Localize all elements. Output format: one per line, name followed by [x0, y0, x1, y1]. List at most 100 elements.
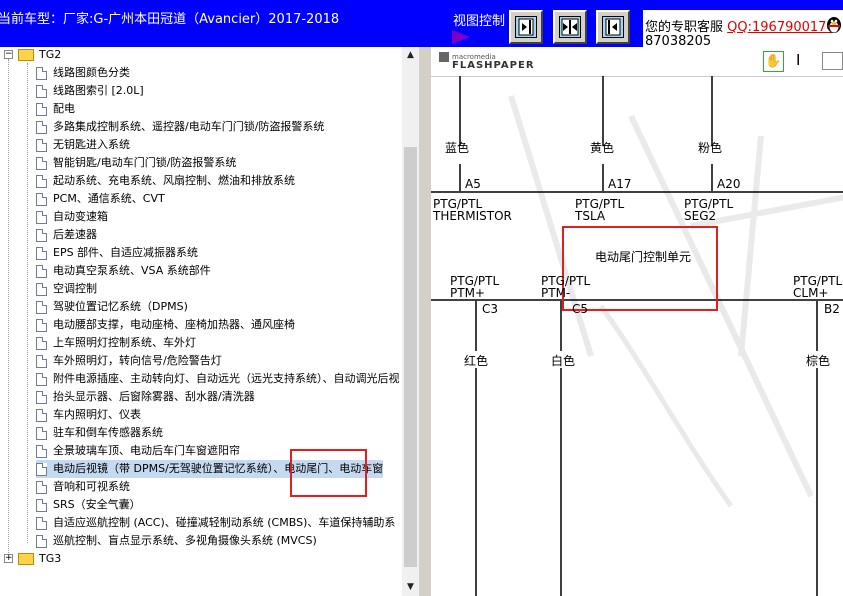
signal-ptm-minus-l2: PTM- [541, 286, 571, 300]
tree-root-tg2[interactable]: TG2 [18, 47, 61, 64]
top-bar: 当前车型：厂家:G-广州本田冠道（Avancier）2017-2018 视图控制… [0, 0, 843, 49]
tree-item[interactable]: 全景玻璃车顶、电动后车门车窗遮阳帘 [36, 442, 240, 460]
document-icon [36, 228, 47, 242]
tree-item-label: SRS（安全气囊） [53, 498, 141, 511]
macromedia-logo-icon [439, 52, 449, 62]
tree-item-label: 电动真空泵系统、VSA 系统部件 [53, 264, 211, 277]
support-text: 您的专职客服 [645, 20, 724, 35]
expand-tg3-icon[interactable]: + [4, 554, 13, 563]
view-arrow-icon [452, 30, 470, 44]
document-icon [36, 156, 47, 170]
tree-item-label: 电动腰部支撑，电动座椅、座椅加热器、通风座椅 [53, 318, 295, 331]
document-icon [36, 408, 47, 422]
document-icon [36, 192, 47, 206]
tree-item[interactable]: 空调控制 [36, 280, 97, 298]
qq-penguin-icon[interactable] [825, 14, 843, 34]
flashpaper-logo: macromedia FLASHPAPER [439, 52, 535, 71]
split-view-button[interactable] [553, 10, 587, 44]
document-icon [36, 282, 47, 296]
tree-item[interactable]: 附件电源插座、主动转向灯、自动远光（远光支持系统）、自动调光后视 [36, 370, 400, 388]
document-icon [36, 462, 47, 476]
hand-tool-icon[interactable]: ✋ [763, 51, 784, 72]
wire-color-5: 白色 [551, 354, 576, 368]
zoom-box[interactable] [822, 52, 843, 70]
wire-color-6: 棕色 [806, 354, 831, 368]
tree-item[interactable]: 电动腰部支撑，电动座椅、座椅加热器、通风座椅 [36, 316, 295, 334]
tree-item[interactable]: 车内照明灯、仪表 [36, 406, 141, 424]
view-control-label: 视图控制 [453, 14, 506, 29]
tree-item-label: 驻车和倒车传感器系统 [53, 426, 163, 439]
document-icon [36, 174, 47, 188]
tree-item[interactable]: 多路集成控制系统、遥控器/电动车门门锁/防盗报警系统 [36, 118, 324, 136]
tree-item[interactable]: 巡航控制、盲点显示系统、多视角摄像头系统 (MVCS) [36, 532, 317, 550]
highlight-box [290, 449, 367, 497]
pin-c3: C3 [482, 302, 499, 316]
tree-item[interactable]: 车外照明灯，转向信号/危险警告灯 [36, 352, 222, 370]
tree-item[interactable]: 配电 [36, 100, 75, 118]
tree-item[interactable]: 线路图颜色分类 [36, 64, 130, 82]
pane-splitter[interactable] [419, 47, 431, 596]
document-icon [36, 390, 47, 404]
document-icon [36, 372, 47, 386]
tree-item[interactable]: 上车照明灯控制系统、车外灯 [36, 334, 196, 352]
signal-thermistor-l2: THERMISTOR [433, 209, 512, 223]
tree-item[interactable]: 智能钥匙/电动车门门锁/防盗报警系统 [36, 154, 236, 172]
tree-item[interactable]: EPS 部件、自适应减振器系统 [36, 244, 198, 262]
document-icon [36, 534, 47, 548]
unit-highlight-box [562, 226, 718, 311]
tree-item[interactable]: 后差速器 [36, 226, 97, 244]
document-icon [36, 480, 47, 494]
tree-item[interactable]: 无钥匙进入系统 [36, 136, 130, 154]
text-select-icon[interactable]: I [796, 51, 800, 69]
tree-item[interactable]: SRS（安全气囊） [36, 496, 141, 514]
document-icon [36, 120, 47, 134]
tree-root-tg3[interactable]: TG3 [18, 550, 61, 568]
signal-ptm-plus-l2: PTM+ [450, 286, 485, 300]
document-icon [36, 84, 47, 98]
tree-item-label: 自动变速箱 [53, 210, 108, 223]
pin-a20: A20 [717, 177, 741, 191]
tree-item[interactable]: 电动真空泵系统、VSA 系统部件 [36, 262, 211, 280]
tree-item[interactable]: 抬头显示器、后窗除雾器、刮水器/清洗器 [36, 388, 255, 406]
tree-item[interactable]: 起动系统、充电系统、风扇控制、燃油和排放系统 [36, 172, 295, 190]
tree-item-label: 车外照明灯，转向信号/危险警告灯 [53, 354, 222, 367]
signal-tsla-l2: TSLA [575, 209, 606, 223]
pin-a17: A17 [608, 177, 632, 191]
support-qq-link[interactable]: QQ:1967900174 [727, 20, 835, 35]
wire-color-4: 红色 [464, 354, 489, 368]
scroll-thumb[interactable] [404, 147, 417, 567]
tree-item[interactable]: 线路图索引 [2.0L] [36, 82, 144, 100]
tree-item-label: 车内照明灯、仪表 [53, 408, 141, 421]
scroll-down-icon[interactable]: ▼ [402, 579, 419, 596]
tree-item-label: 附件电源插座、主动转向灯、自动远光（远光支持系统）、自动调光后视 [53, 372, 400, 385]
document-icon [36, 498, 47, 512]
tree-item[interactable]: 驻车和倒车传感器系统 [36, 424, 163, 442]
tree-item-label: 驾驶位置记忆系统（DPMS) [53, 300, 188, 313]
pin-a5: A5 [465, 177, 481, 191]
tree-item-label: EPS 部件、自适应减振器系统 [53, 246, 199, 259]
collapse-tg2-icon[interactable]: − [4, 50, 13, 59]
folder-icon [18, 553, 34, 565]
tree-item[interactable]: 自适应巡航控制 (ACC)、碰撞减轻制动系统 (CMBS)、车道保持辅助系 [36, 514, 395, 532]
tree-item-label: 巡航控制、盲点显示系统、多视角摄像头系统 (MVCS) [53, 534, 317, 547]
tree-item-label: 抬头显示器、后窗除雾器、刮水器/清洗器 [53, 390, 255, 403]
tree-item[interactable]: PCM、通信系统、CVT [36, 190, 165, 208]
document-icon [36, 516, 47, 530]
document-icon [36, 318, 47, 332]
document-icon [36, 354, 47, 368]
tree-scrollbar[interactable]: ▲ ▼ [402, 47, 419, 596]
document-icon [36, 264, 47, 278]
tree-item[interactable]: 自动变速箱 [36, 208, 108, 226]
flashpaper-viewer: macromedia FLASHPAPER ✋ I 蓝色 黄色 粉色 A5 A1… [431, 47, 843, 596]
tree-item[interactable]: 驾驶位置记忆系统（DPMS) [36, 298, 188, 316]
pin-b2: B2 [824, 302, 840, 316]
collapse-left-button[interactable] [596, 10, 630, 44]
signal-clm-plus-l2: CLM+ [793, 286, 829, 300]
tree-item-label: 智能钥匙/电动车门门锁/防盗报警系统 [53, 156, 237, 169]
scroll-up-icon[interactable]: ▲ [402, 47, 419, 64]
document-icon [36, 66, 47, 80]
tree-item[interactable]: 音响和可视系统 [36, 478, 130, 496]
folder-open-icon [18, 49, 34, 61]
wire-color-2: 黄色 [590, 141, 615, 155]
expand-right-button[interactable] [509, 10, 543, 44]
